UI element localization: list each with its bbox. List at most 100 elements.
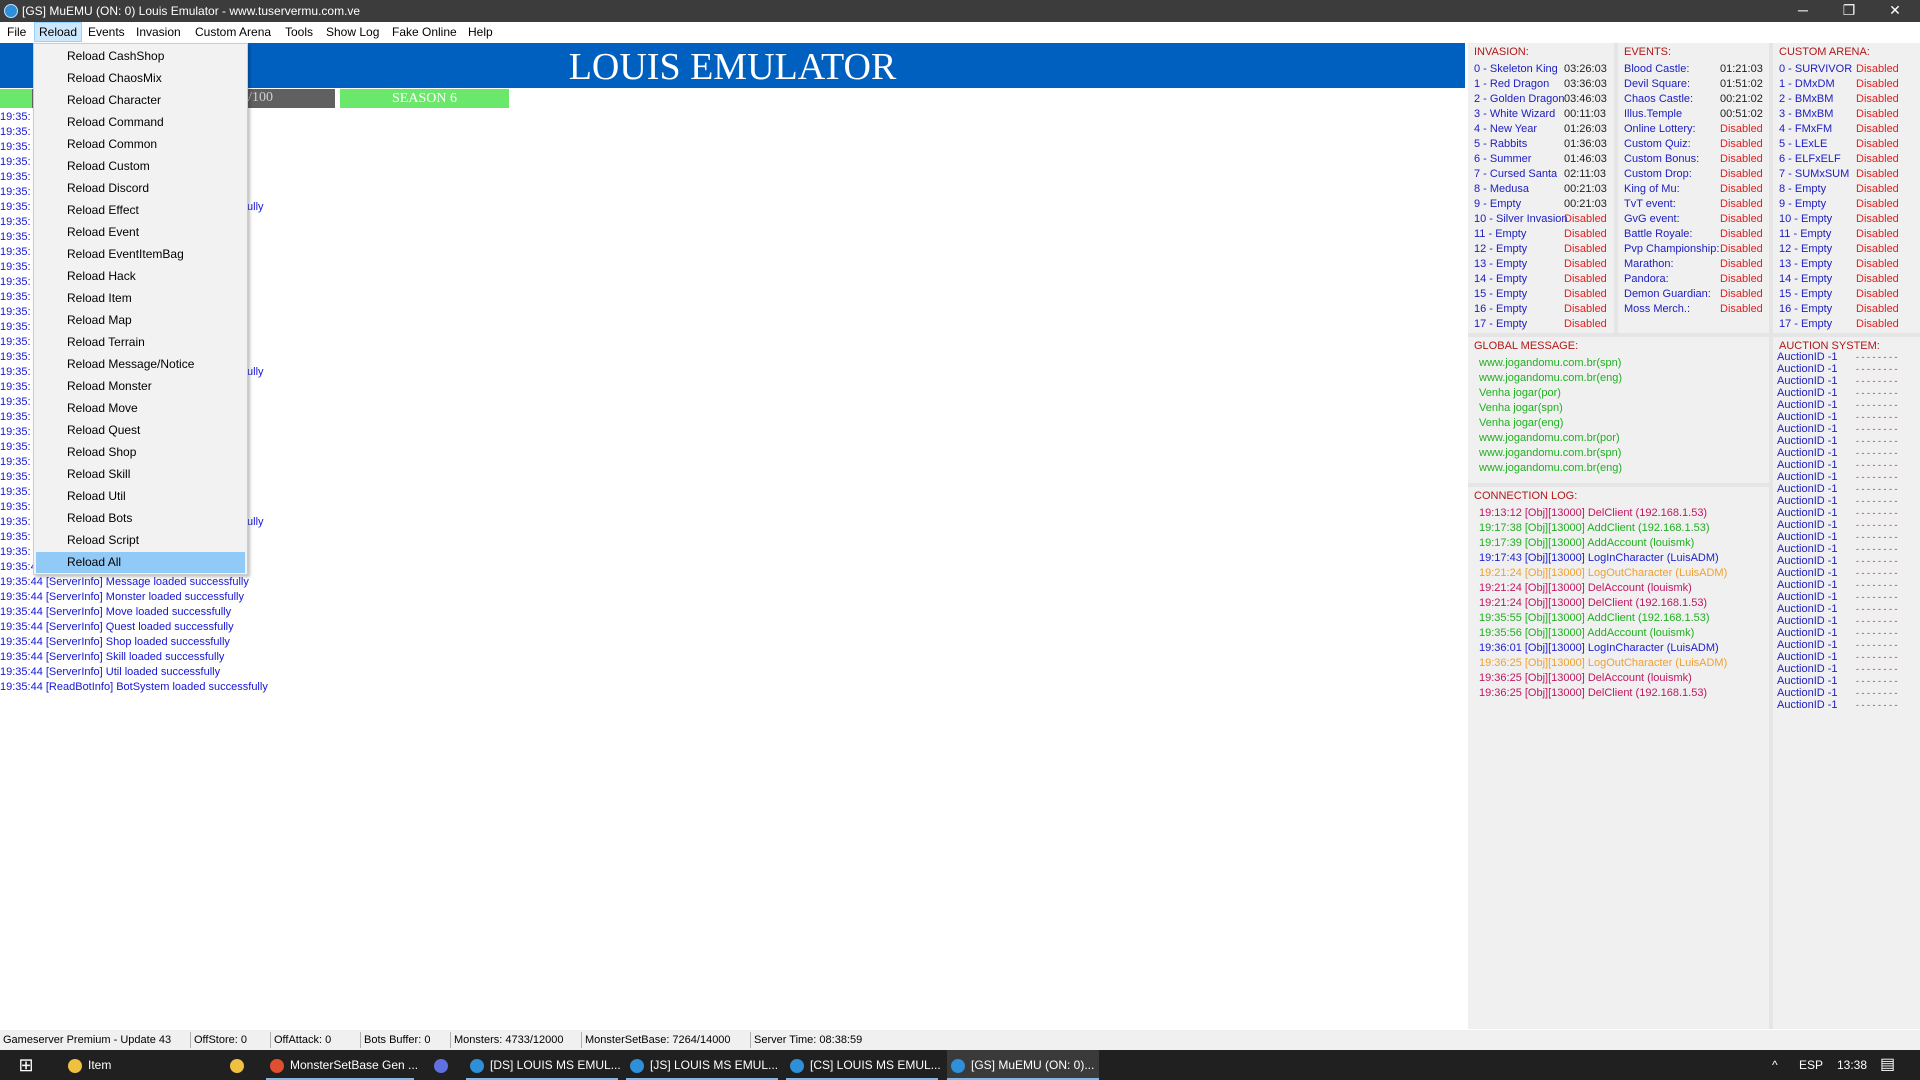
arena-row-value: Disabled xyxy=(1856,138,1899,150)
title-bar: [GS] MuEMU (ON: 0) Louis Emulator - www.… xyxy=(0,0,1920,22)
reload-menu-item[interactable]: Reload Effect xyxy=(36,200,245,221)
arena-row-value: Disabled xyxy=(1856,213,1899,225)
status-field: OffAttack: 0 xyxy=(270,1032,331,1048)
reload-menu-item[interactable]: Reload EventItemBag xyxy=(36,244,245,265)
invasion-row-value: 01:46:03 xyxy=(1564,153,1607,165)
reload-menu-item[interactable]: Reload Discord xyxy=(36,178,245,199)
taskbar-item[interactable]: [JS] LOUIS MS EMUL... xyxy=(626,1050,778,1080)
invasion-row-name: 17 - Empty xyxy=(1474,318,1528,330)
arena-row-name: 12 - Empty xyxy=(1779,243,1833,255)
reload-menu-item[interactable]: Reload Item xyxy=(36,288,245,309)
auction-row-value: - - - - - - - - xyxy=(1856,592,1898,602)
menu-bar: File Reload Events Invasion Custom Arena… xyxy=(0,22,1920,42)
auction-row-label: AuctionID -1 xyxy=(1777,627,1838,639)
reload-menu-item[interactable]: Reload Move xyxy=(36,398,245,419)
menu-events[interactable]: Events xyxy=(84,22,129,42)
reload-menu-item[interactable]: Reload All xyxy=(36,552,245,573)
notification-icon[interactable]: ▤ xyxy=(1880,1050,1895,1080)
taskbar-item[interactable]: [DS] LOUIS MS EMUL... xyxy=(466,1050,621,1080)
auction-row-label: AuctionID -1 xyxy=(1777,675,1838,687)
reload-menu-item[interactable]: Reload Event xyxy=(36,222,245,243)
reload-menu-item[interactable]: Reload CashShop xyxy=(36,46,245,67)
clock[interactable]: 13:38 xyxy=(1837,1050,1867,1080)
reload-menu-item[interactable]: Reload Skill xyxy=(36,464,245,485)
reload-menu-item[interactable]: Reload ChaosMix xyxy=(36,68,245,89)
mu-icon xyxy=(470,1058,484,1073)
chrome-icon xyxy=(270,1058,284,1073)
invasion-row-value: 00:21:03 xyxy=(1564,198,1607,210)
event-row-value: Disabled xyxy=(1720,288,1763,300)
reload-menu-item[interactable]: Reload Monster xyxy=(36,376,245,397)
reload-menu-item[interactable]: Reload Message/Notice xyxy=(36,354,245,375)
taskbar-item[interactable]: MonsterSetBase Gen ... xyxy=(266,1050,418,1080)
auction-row-label: AuctionID -1 xyxy=(1777,387,1838,399)
windows-start-icon[interactable]: ⊞ xyxy=(14,1050,38,1080)
reload-menu-item[interactable]: Reload Hack xyxy=(36,266,245,287)
menu-help[interactable]: Help xyxy=(464,22,497,42)
reload-menu-item[interactable]: Reload Util xyxy=(36,486,245,507)
taskbar-item[interactable] xyxy=(226,1050,250,1080)
menu-file[interactable]: File xyxy=(3,22,30,42)
menu-reload[interactable]: Reload xyxy=(34,22,83,42)
log-line: 19:35: xyxy=(0,261,31,273)
reload-menu-item[interactable]: Reload Command xyxy=(36,112,245,133)
event-row-value: 01:21:03 xyxy=(1720,63,1763,75)
menu-custom-arena[interactable]: Custom Arena xyxy=(191,22,275,42)
global-message-row: Venha jogar(eng) xyxy=(1479,417,1564,429)
reload-menu-item[interactable]: Reload Common xyxy=(36,134,245,155)
auction-row-label: AuctionID -1 xyxy=(1777,615,1838,627)
auction-row-label: AuctionID -1 xyxy=(1777,435,1838,447)
status-field: Gameserver Premium - Update 43 xyxy=(3,1034,172,1046)
auction-row-value: - - - - - - - - xyxy=(1856,628,1898,638)
reload-menu-item[interactable]: Reload Map xyxy=(36,310,245,331)
invasion-row-value: 03:26:03 xyxy=(1564,63,1607,75)
reload-menu-item[interactable]: Reload Character xyxy=(36,90,245,111)
invasion-row-value: 03:46:03 xyxy=(1564,93,1607,105)
auction-row-value: - - - - - - - - xyxy=(1856,496,1898,506)
auction-row-value: - - - - - - - - xyxy=(1856,532,1898,542)
menu-show-log[interactable]: Show Log xyxy=(322,22,383,42)
minimize-button[interactable]: ─ xyxy=(1780,0,1826,22)
status-field: MonsterSetBase: 7264/14000 xyxy=(581,1032,731,1048)
reload-menu-item[interactable]: Reload Terrain xyxy=(36,332,245,353)
arena-row-value: Disabled xyxy=(1856,303,1899,315)
log-line: 19:35: xyxy=(0,366,31,378)
maximize-button[interactable]: ❐ xyxy=(1826,0,1872,22)
log-line: 19:35:44 [ServerInfo] Move loaded succes… xyxy=(0,606,232,618)
reload-menu-item[interactable]: Reload Bots xyxy=(36,508,245,529)
auction-row-label: AuctionID -1 xyxy=(1777,531,1838,543)
auction-row-label: AuctionID -1 xyxy=(1777,663,1838,675)
event-row-value: Disabled xyxy=(1720,258,1763,270)
reload-menu-item[interactable]: Reload Custom xyxy=(36,156,245,177)
log-line: 19:35: xyxy=(0,381,31,393)
taskbar-item[interactable]: [GS] MuEMU (ON: 0)... xyxy=(947,1050,1099,1080)
taskbar-item-label: [GS] MuEMU (ON: 0)... xyxy=(971,1058,1095,1072)
reload-menu-item[interactable]: Reload Script xyxy=(36,530,245,551)
auction-row-value: - - - - - - - - xyxy=(1856,448,1898,458)
auction-row-value: - - - - - - - - xyxy=(1856,424,1898,434)
menu-tools[interactable]: Tools xyxy=(281,22,317,42)
close-button[interactable]: ✕ xyxy=(1872,0,1918,22)
auction-row-label: AuctionID -1 xyxy=(1777,411,1838,423)
connection-log-row: 19:36:25 [Obj][13000] DelClient (192.168… xyxy=(1479,687,1708,699)
reload-menu-item[interactable]: Reload Quest xyxy=(36,420,245,441)
arena-row-name: 11 - Empty xyxy=(1779,228,1832,240)
arena-row-name: 10 - Empty xyxy=(1779,213,1833,225)
menu-fake-online[interactable]: Fake Online xyxy=(388,22,461,42)
reload-menu-item[interactable]: Reload Shop xyxy=(36,442,245,463)
tray-chevron-icon[interactable]: ^ xyxy=(1772,1050,1778,1080)
connection-log-row: 19:21:24 [Obj][13000] LogOutCharacter (L… xyxy=(1479,567,1728,579)
connection-log-panel: CONNECTION LOG: 19:13:12 [Obj][13000] De… xyxy=(1468,487,1769,1029)
taskbar-item[interactable] xyxy=(430,1050,454,1080)
taskbar-item[interactable]: [CS] LOUIS MS EMUL... xyxy=(786,1050,941,1080)
menu-invasion[interactable]: Invasion xyxy=(132,22,185,42)
reload-menu-dropdown: Reload CashShop Reload ChaosMix Reload Cha… xyxy=(33,43,248,575)
event-row-value: 00:51:02 xyxy=(1720,108,1763,120)
auction-row-label: AuctionID -1 xyxy=(1777,399,1838,411)
connection-log-row: 19:17:43 [Obj][13000] LogInCharacter (Lu… xyxy=(1479,552,1719,564)
auction-row-label: AuctionID -1 xyxy=(1777,507,1838,519)
taskbar-item[interactable]: Item xyxy=(64,1050,174,1080)
language-indicator[interactable]: ESP xyxy=(1799,1050,1823,1080)
event-row-value: Disabled xyxy=(1720,138,1763,150)
event-row-name: Blood Castle: xyxy=(1624,63,1690,75)
